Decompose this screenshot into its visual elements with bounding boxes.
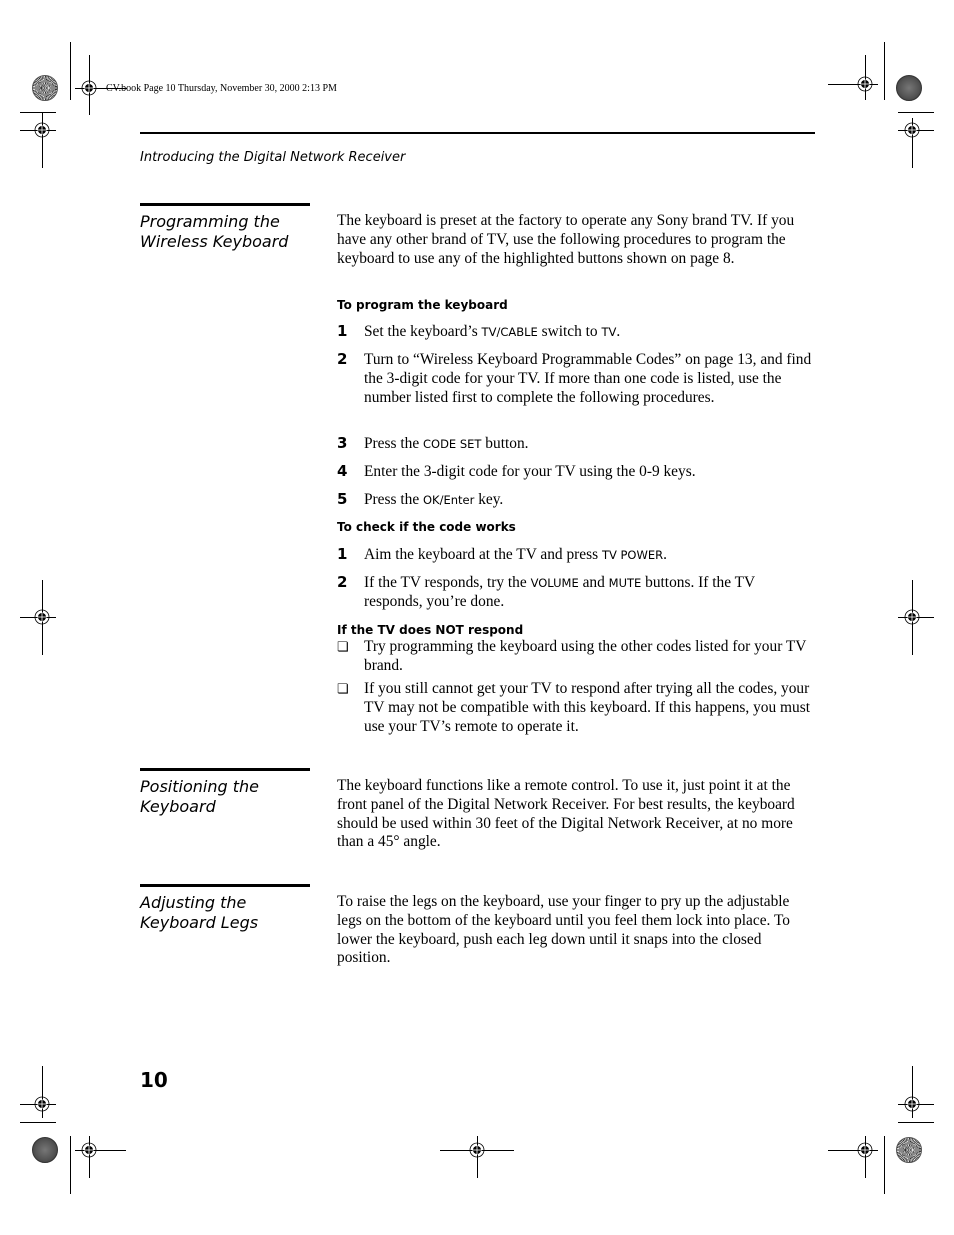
text-run: and [578, 574, 609, 591]
step-item: 2 Turn to “Wireless Keyboard Programmabl… [337, 350, 815, 407]
procedure-program: To program the keyboard [337, 297, 815, 313]
crop-line [884, 42, 885, 100]
registration-target-icon [81, 80, 97, 96]
crop-line [898, 1122, 934, 1123]
section-rule [140, 768, 310, 771]
registration-target-icon [904, 122, 920, 138]
registration-target-icon [81, 1142, 97, 1158]
text-run: . [663, 546, 667, 563]
text-run: Press the [364, 491, 423, 508]
section-title-line: Programming the [140, 212, 280, 231]
text-run: . [616, 323, 621, 340]
step-item: 1 Aim the keyboard at the TV and press T… [337, 545, 815, 565]
step-text: Turn to “Wireless Keyboard Programmable … [364, 351, 812, 406]
section-body: The keyboard functions like a remote con… [337, 777, 815, 852]
procedure-not-respond: If the TV does NOT respond [337, 622, 815, 638]
section-rule [140, 203, 310, 206]
step-number: 5 [337, 490, 348, 508]
text-run: switch to [537, 323, 602, 340]
section-title: Positioning the Keyboard [140, 777, 310, 817]
crop-line [20, 1122, 56, 1123]
step-number: 3 [337, 434, 348, 452]
key-label: TV POWER [601, 548, 664, 562]
procedure-heading: If the TV does NOT respond [337, 623, 524, 637]
registration-disc-icon [32, 75, 58, 101]
text-run: key. [474, 491, 504, 508]
registration-target-icon [904, 1096, 920, 1112]
registration-target-icon [857, 1142, 873, 1158]
step-item: 4 Enter the 3-digit code for your TV usi… [337, 462, 815, 482]
registration-target-icon [34, 122, 50, 138]
checkbox-bullet-icon: ❏ [337, 681, 349, 696]
header-rule [140, 132, 815, 134]
procedure-check: To check if the code works [337, 519, 815, 535]
step-text: Aim the keyboard at the TV and press TV … [364, 546, 815, 565]
section-title: Adjusting the Keyboard Legs [140, 893, 310, 933]
key-label: CODE SET [423, 437, 482, 451]
print-slug: CV.book Page 10 Thursday, November 30, 2… [106, 83, 337, 94]
crop-line [20, 112, 56, 113]
key-label: OK/Enter [423, 493, 475, 507]
step-item: 5 Press the OK/Enter key. [337, 490, 815, 510]
registration-target-icon [469, 1142, 485, 1158]
text-run: Set the keyboard’s [364, 323, 482, 340]
crop-line [70, 1136, 71, 1194]
step-item: 3 Press the CODE SET button. [337, 434, 815, 454]
registration-target-icon [857, 76, 873, 92]
section-title: Programming the Wireless Keyboard [140, 212, 310, 252]
section-title-line: Positioning the [140, 777, 259, 796]
section-rule [140, 884, 310, 887]
step-text: Set the keyboard’s TV/CABLE switch to TV… [364, 323, 815, 342]
section-title-line: Keyboard Legs [140, 913, 259, 932]
step-number: 1 [337, 322, 348, 340]
checkbox-bullet-icon: ❏ [337, 639, 349, 654]
step-text: Enter the 3-digit code for your TV using… [364, 463, 696, 480]
registration-disc-icon [896, 1137, 922, 1163]
text-run: Press the [364, 435, 423, 452]
text-run: If the TV responds, try the [364, 574, 531, 591]
crop-line [884, 1136, 885, 1194]
step-number: 4 [337, 462, 348, 480]
key-label: MUTE [608, 576, 642, 590]
intro-paragraph: The keyboard is preset at the factory to… [337, 212, 795, 267]
key-label: VOLUME [530, 576, 579, 590]
bullet-item: ❏ Try programming the keyboard using the… [337, 638, 815, 676]
section-title-line: Adjusting the [140, 893, 247, 912]
text-run: Aim the keyboard at the TV and press [364, 546, 602, 563]
section-body: To raise the legs on the keyboard, use y… [337, 893, 815, 968]
text-run: button. [481, 435, 529, 452]
registration-target-icon [904, 609, 920, 625]
step-number: 2 [337, 350, 348, 368]
body-paragraph: To raise the legs on the keyboard, use y… [337, 893, 790, 967]
running-head: Introducing the Digital Network Receiver [140, 150, 406, 165]
step-item: 1 Set the keyboard’s TV/CABLE switch to … [337, 322, 815, 342]
section-body: The keyboard is preset at the factory to… [337, 212, 815, 268]
section-title-line: Wireless Keyboard [140, 232, 289, 251]
key-label: TV [601, 325, 617, 339]
bullet-item: ❏ If you still cannot get your TV to res… [337, 680, 815, 736]
registration-disc-icon [32, 1137, 58, 1163]
section-title-line: Keyboard [140, 797, 216, 816]
procedure-heading: To program the keyboard [337, 298, 508, 312]
crop-line [898, 112, 934, 113]
key-label: TV/CABLE [481, 325, 538, 339]
bullet-text: Try programming the keyboard using the o… [364, 638, 807, 674]
registration-target-icon [34, 1096, 50, 1112]
step-text: Press the OK/Enter key. [364, 491, 815, 510]
step-text: Press the CODE SET button. [364, 435, 815, 454]
step-number: 2 [337, 573, 348, 591]
registration-disc-icon [896, 75, 922, 101]
crop-line [70, 42, 71, 100]
page-number: 10 [140, 1068, 168, 1092]
step-item: 2 If the TV responds, try the VOLUME and… [337, 573, 815, 612]
registration-target-icon [34, 609, 50, 625]
bullet-text: If you still cannot get your TV to respo… [364, 680, 810, 735]
body-paragraph: The keyboard functions like a remote con… [337, 777, 795, 851]
procedure-heading: To check if the code works [337, 520, 516, 534]
step-number: 1 [337, 545, 348, 563]
step-text: If the TV responds, try the VOLUME and M… [364, 574, 815, 612]
